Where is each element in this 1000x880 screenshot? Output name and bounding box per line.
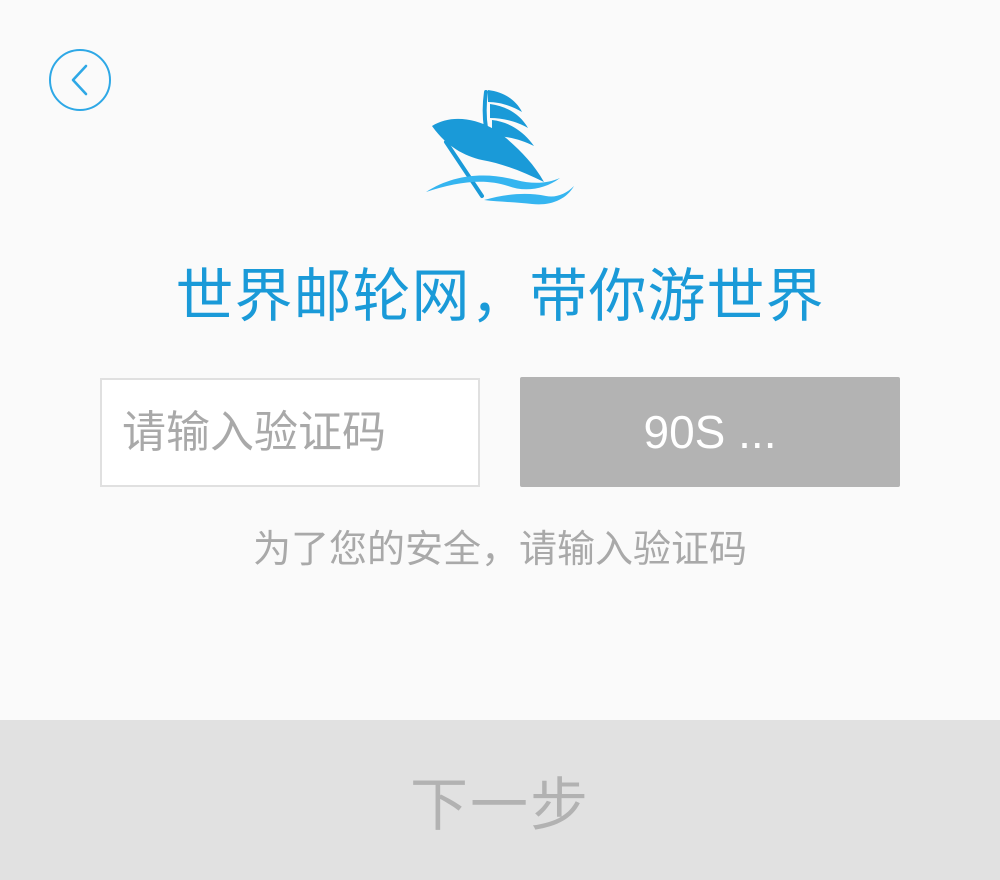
cruise-ship-logo: [424, 86, 576, 210]
verification-code-input[interactable]: [100, 378, 480, 487]
cruise-ship-icon: [424, 86, 576, 210]
resend-code-countdown-button[interactable]: 90S ...: [520, 377, 900, 487]
chevron-left-icon: [68, 63, 92, 97]
back-button[interactable]: [49, 49, 111, 111]
next-step-label: 下一步: [409, 771, 590, 839]
slogan: 世界邮轮网，带你游世界: [175, 262, 825, 330]
security-hint: 为了您的安全，请输入验证码: [252, 527, 747, 571]
next-step-button[interactable]: 下一步: [0, 720, 1000, 880]
